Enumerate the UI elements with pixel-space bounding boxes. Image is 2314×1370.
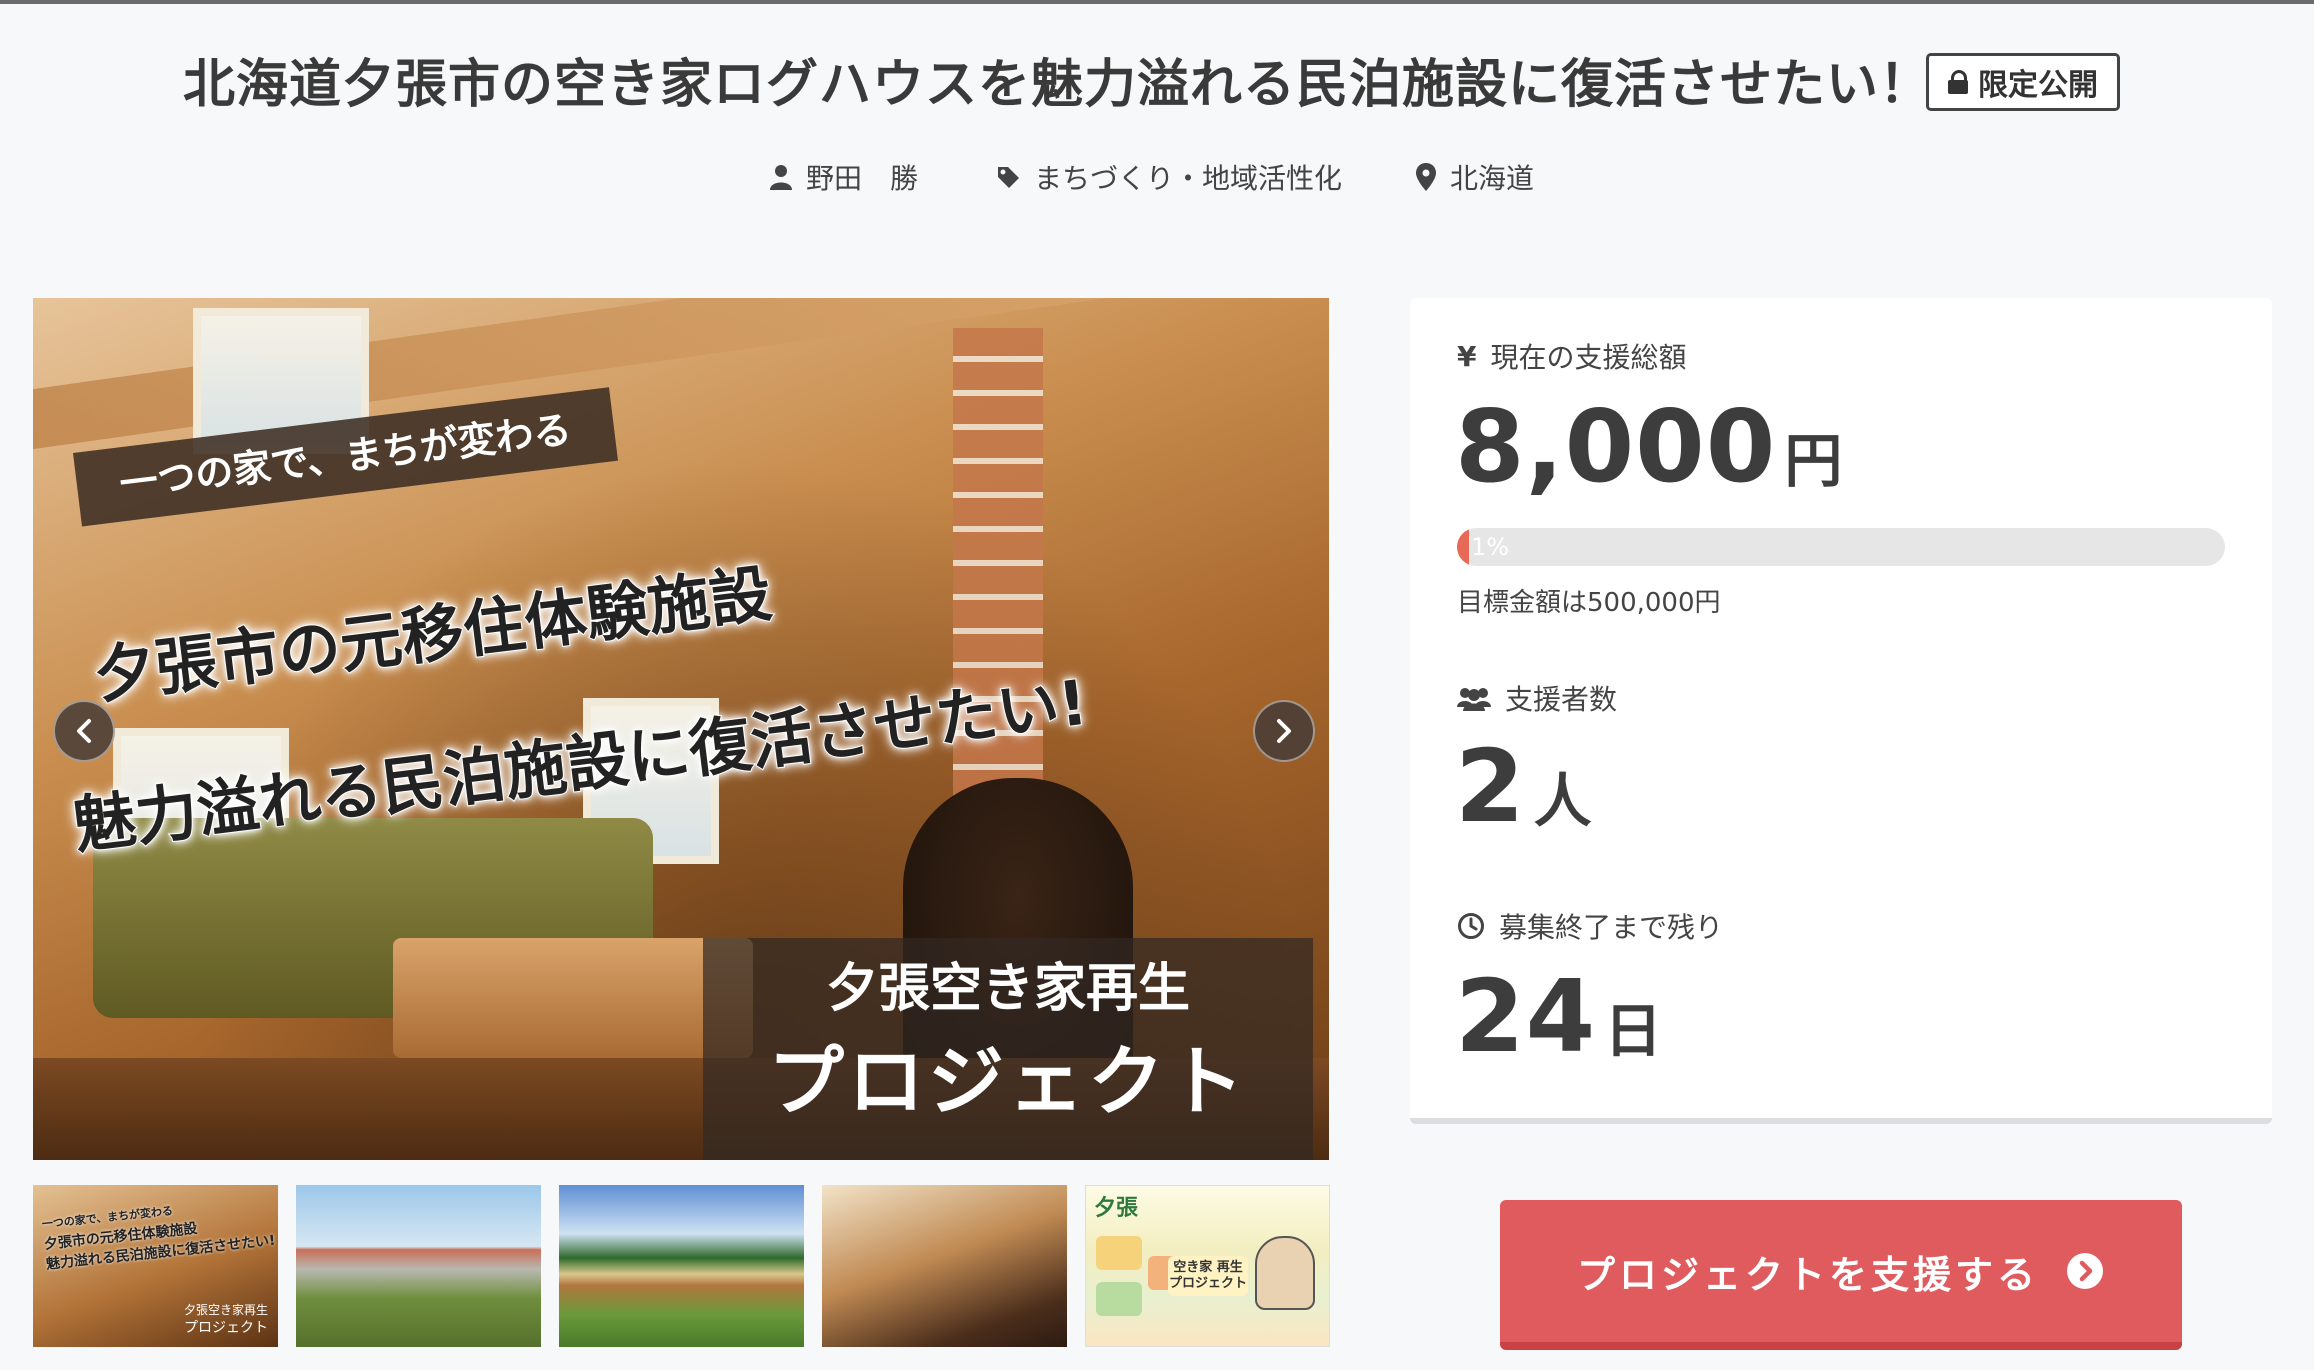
thumbnail-5-block-2 — [1096, 1282, 1142, 1316]
thumbnail-5-block-1 — [1096, 1236, 1142, 1270]
progress-percent: 1% — [1471, 533, 1510, 561]
hero-carousel[interactable]: 一つの家で、まちが変わる 夕張市の元移住体験施設 魅力溢れる民泊施設に復活させた… — [33, 298, 1329, 1160]
thumbnail-5[interactable]: 夕張 空き家 再生 プロジェクト — [1085, 1185, 1330, 1347]
backers-label: 支援者数 — [1505, 683, 1618, 716]
meta-category[interactable]: まちづくり・地域活性化 — [996, 152, 1342, 202]
hero-caption-1: 夕張空き家再生 — [825, 959, 1190, 1019]
thumbnail-1-text: 一つの家で、まちが変わる 夕張市の元移住体験施設 魅力溢れる民泊施設に復活させた… — [41, 1191, 276, 1275]
remaining-value: 24 — [1455, 958, 1597, 1075]
thumbnail-4[interactable] — [822, 1185, 1067, 1347]
meta-author[interactable]: 野田 勝 — [770, 152, 918, 202]
users-icon — [1457, 685, 1491, 711]
hero-headline-1: 夕張市の元移住体験施設 — [89, 556, 777, 714]
backers-unit: 人 — [1533, 767, 1592, 835]
backers-row: 2 人 — [1455, 728, 1592, 845]
thumbnail-5-person — [1255, 1236, 1315, 1310]
thumbnail-3[interactable] — [559, 1185, 804, 1347]
clock-icon — [1457, 912, 1485, 940]
thumbnail-1[interactable]: 一つの家で、まちが変わる 夕張市の元移住体験施設 魅力溢れる民泊施設に復活させた… — [33, 1185, 278, 1347]
map-pin-icon — [1416, 163, 1436, 191]
chevron-left-icon — [77, 719, 91, 743]
category-name: まちづくり・地域活性化 — [1034, 162, 1343, 195]
yen-icon: ¥ — [1457, 339, 1477, 373]
carousel-prev-button[interactable] — [53, 700, 115, 762]
backers-label-row: 支援者数 — [1457, 678, 1617, 718]
remaining-label: 募集終了まで残り — [1499, 911, 1724, 944]
goal-text: 目標金額は500,000円 — [1457, 588, 1721, 618]
thumbnail-1-caption-1: 夕張空き家再生 — [183, 1303, 268, 1317]
thumbnail-strip: 一つの家で、まちが変わる 夕張市の元移住体験施設 魅力溢れる民泊施設に復活させた… — [33, 1185, 1330, 1347]
amount-row: 8,000 円 — [1455, 388, 1843, 505]
location-name: 北海道 — [1450, 162, 1535, 195]
page-title: 北海道夕張市の空き家ログハウスを魅力溢れる民泊施設に復活させたい！ — [183, 55, 1933, 115]
amount-label: 現在の支援総額 — [1490, 341, 1687, 374]
hero-caption-2: プロジェクト — [768, 1037, 1248, 1126]
author-name: 野田 勝 — [806, 162, 919, 195]
badge-label: 限定公開 — [1978, 68, 2098, 103]
top-border — [0, 0, 2314, 4]
thumbnail-5-title: 夕張 — [1094, 1196, 1139, 1221]
support-project-button[interactable]: プロジェクトを支援する — [1500, 1200, 2182, 1350]
lock-icon — [1948, 70, 1968, 94]
chevron-right-icon — [1277, 719, 1291, 743]
title-row: 北海道夕張市の空き家ログハウスを魅力溢れる民泊施設に復活させたい！ 限定公開 — [0, 50, 2314, 120]
thumbnail-1-caption-2: プロジェクト — [183, 1320, 268, 1336]
thumbnail-5-sub: 空き家 再生 プロジェクト — [1168, 1256, 1248, 1296]
visibility-badge: 限定公開 — [1926, 53, 2120, 111]
thumbnail-1-caption: 夕張空き家再生 プロジェクト — [184, 1301, 268, 1337]
amount-unit: 円 — [1784, 427, 1843, 495]
chevron-right-circle-icon — [2067, 1253, 2103, 1289]
user-icon — [770, 165, 792, 190]
remaining-row: 24 日 — [1455, 958, 1663, 1075]
funding-stats-card: ¥ 現在の支援総額 8,000 円 1% 目標金額は500,000円 支援者数 … — [1410, 298, 2272, 1124]
progress-fill — [1457, 528, 1470, 566]
tag-icon — [998, 167, 1019, 188]
meta-location[interactable]: 北海道 — [1416, 152, 1534, 202]
support-button-label: プロジェクトを支援する — [1576, 1252, 2039, 1297]
remaining-unit: 日 — [1604, 997, 1663, 1065]
remaining-label-row: 募集終了まで残り — [1457, 906, 1723, 946]
progress-bar: 1% — [1457, 528, 2225, 566]
coffee-table — [393, 938, 753, 1058]
carousel-next-button[interactable] — [1253, 700, 1315, 762]
amount-label-row: ¥ 現在の支援総額 — [1457, 336, 1687, 376]
amount-value: 8,000 — [1455, 388, 1777, 505]
backers-value: 2 — [1455, 728, 1526, 845]
thumbnail-2[interactable] — [296, 1185, 541, 1347]
